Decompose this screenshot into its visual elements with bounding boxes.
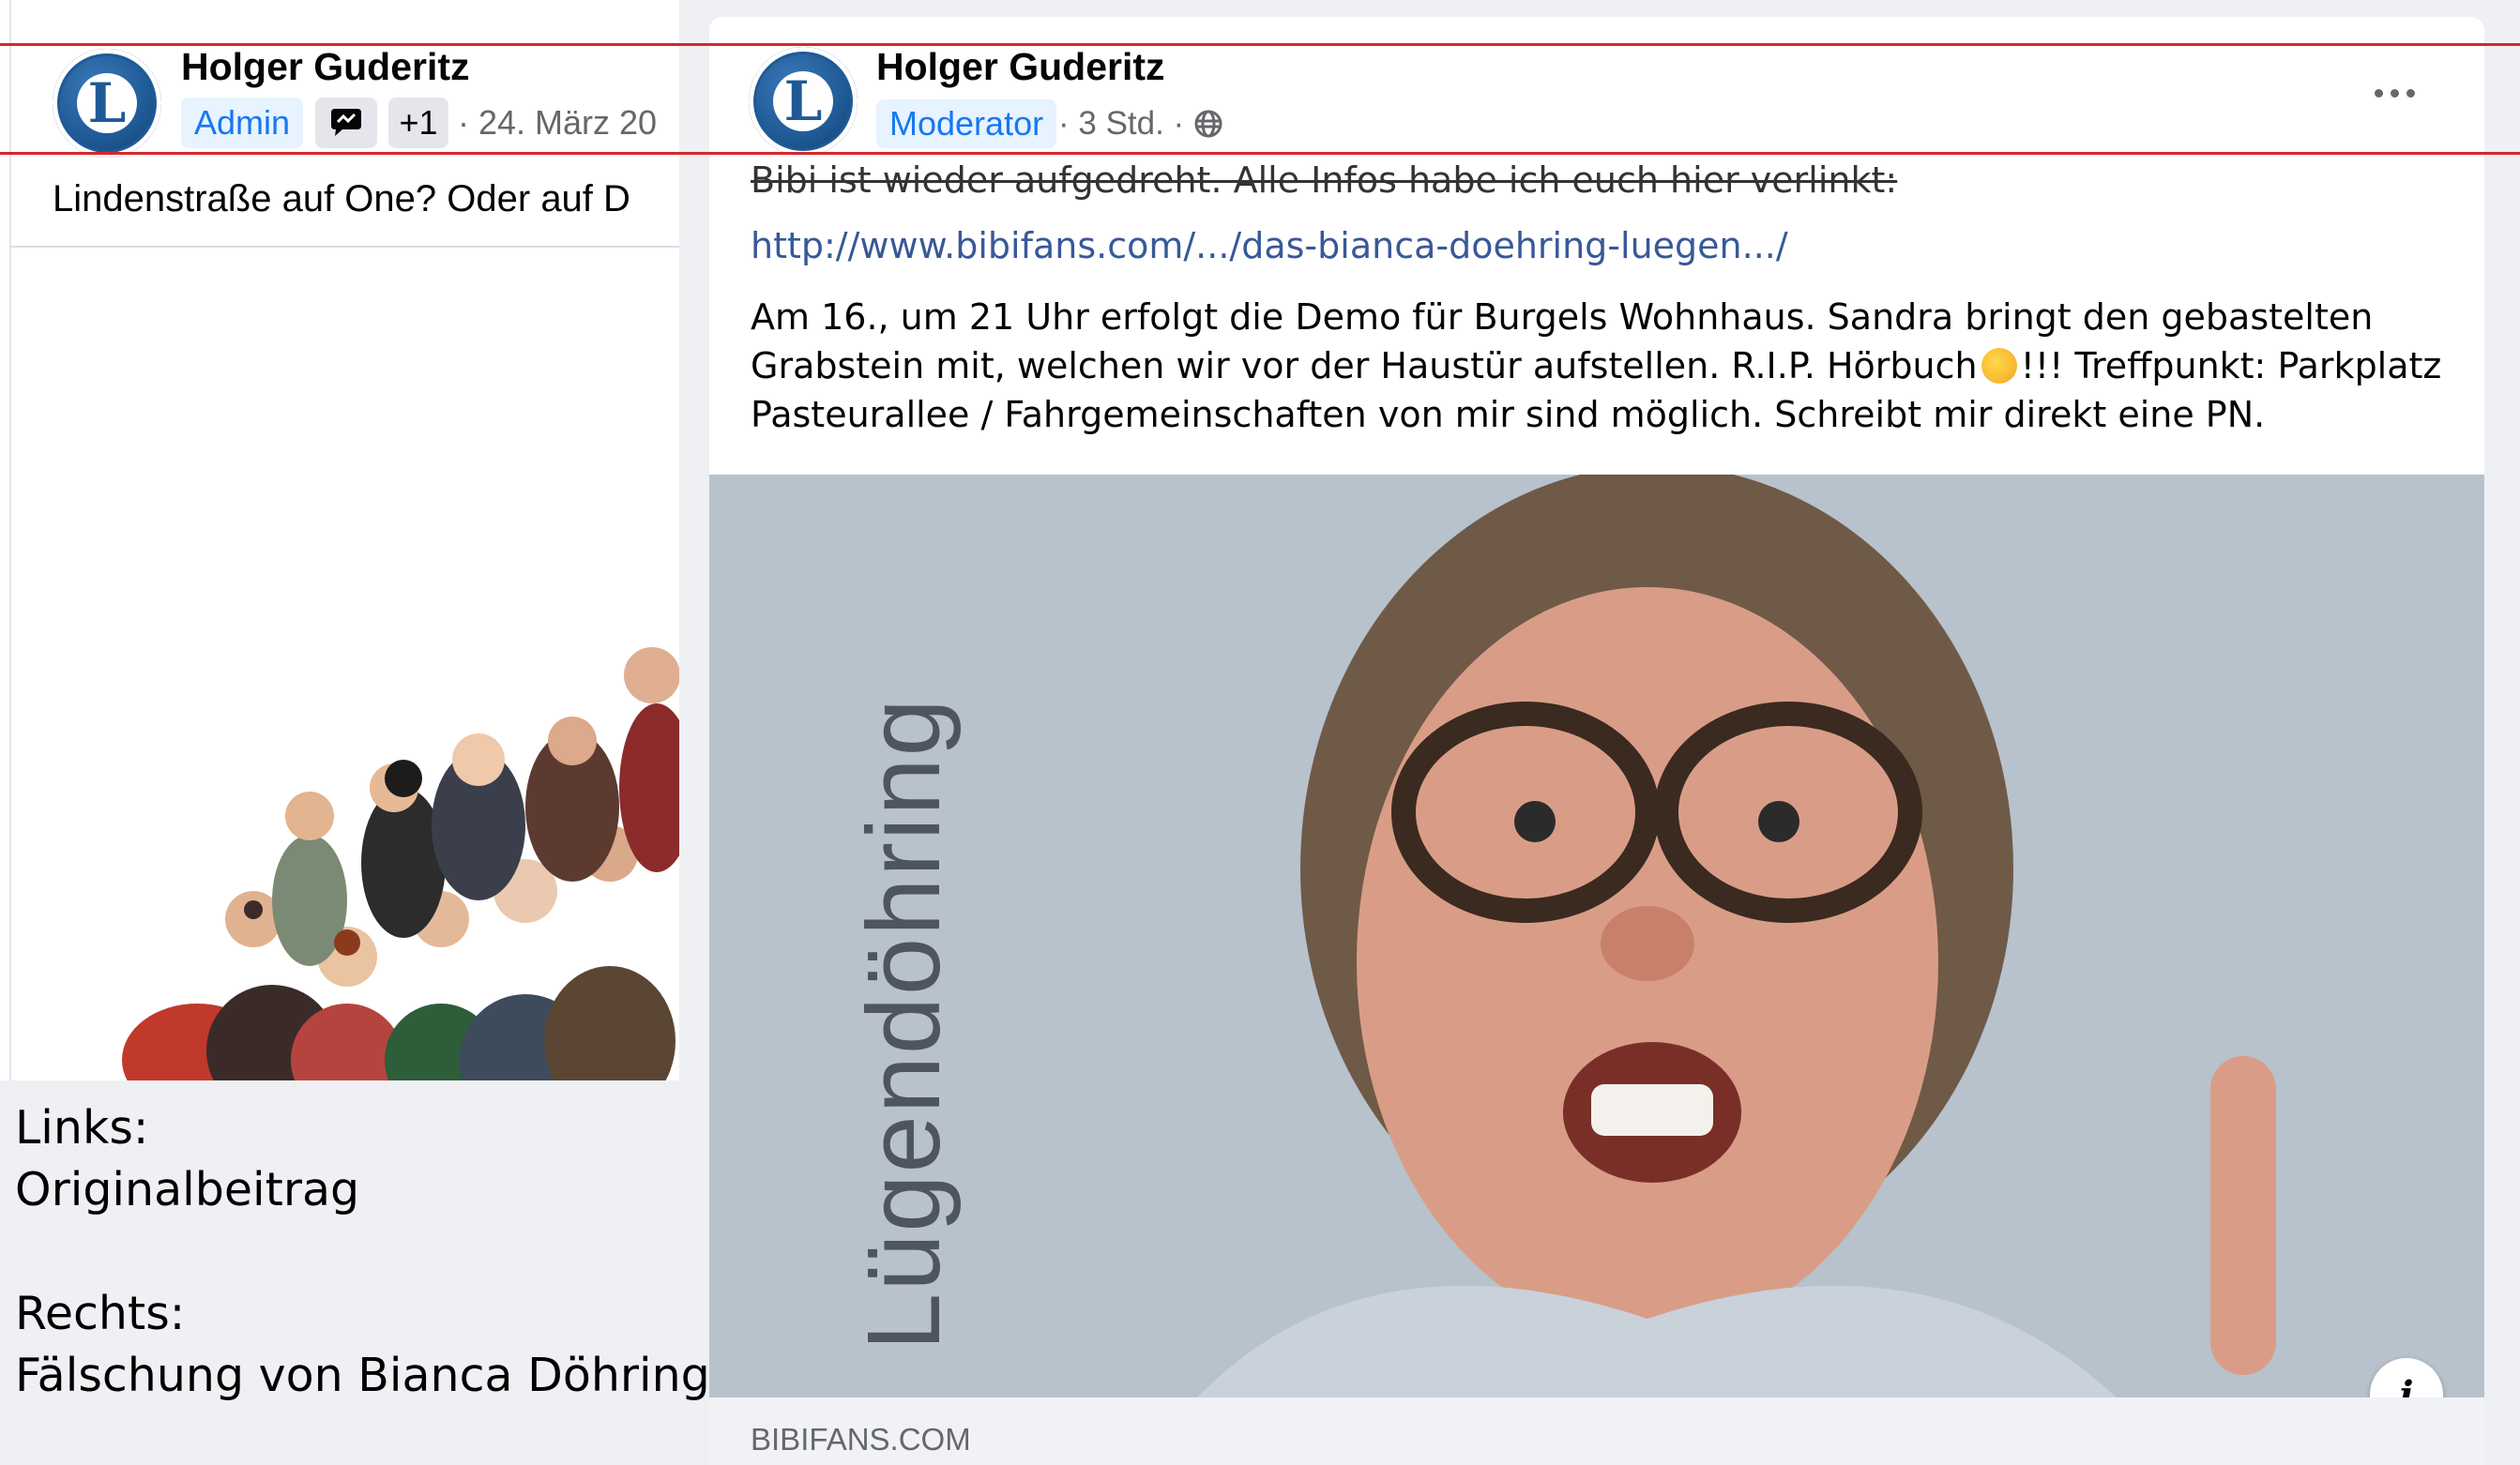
caption-line-left-label: Links:: [15, 1101, 149, 1155]
dot: [2374, 88, 2383, 98]
dot: [2406, 88, 2415, 98]
author-avatar[interactable]: L: [53, 49, 161, 158]
post-time[interactable]: · 3 Std. ·: [1058, 105, 1184, 143]
post-body-line: Pasteurallee / Fahrgemeinschaften von mi…: [751, 394, 2266, 435]
laughing-emoji-icon: [1981, 348, 2017, 384]
moderator-badge[interactable]: Moderator: [876, 99, 1057, 148]
link-preview-image[interactable]: [709, 475, 2484, 1397]
image-overlay-text: Lügendöhring: [846, 697, 962, 1351]
extra-badge-count[interactable]: +1: [388, 98, 448, 148]
chat-bubble-icon[interactable]: [315, 98, 377, 148]
post-body-line: Am 16., um 21 Uhr erfolgt die Demo für B…: [751, 296, 2374, 338]
post-text: Lindenstraße auf One? Oder auf D: [53, 178, 630, 219]
avatar-inner-ring: L: [772, 69, 834, 133]
avatar-inner-ring: L: [76, 71, 138, 135]
avatar-letter: L: [783, 69, 823, 133]
chat-bubble-svg: [331, 109, 361, 136]
admin-badge[interactable]: Admin: [181, 98, 304, 148]
more-icon[interactable]: [2364, 69, 2424, 116]
image-caption: Links: Originalbeitrag Rechts: Fälschung…: [15, 1097, 710, 1407]
caption-line-right-desc: Fälschung von Bianca Döhring: [15, 1349, 710, 1402]
link-domain[interactable]: BIBIFANS.COM: [751, 1422, 971, 1457]
annotation-line-bottom: [0, 152, 2520, 155]
post-body-segment: Grabstein mit, welchen wir vor der Haust…: [751, 345, 1978, 386]
caption-line-right-label: Rechts:: [15, 1287, 186, 1340]
caption-line-left-desc: Originalbeitrag: [15, 1163, 360, 1216]
author-name[interactable]: Holger Guderitz: [876, 45, 1165, 89]
group-photo[interactable]: [122, 619, 679, 1080]
author-avatar[interactable]: L: [749, 47, 858, 156]
post-date[interactable]: · 24. März 20: [458, 103, 657, 143]
annotation-line-top: [0, 43, 2520, 46]
card-divider: [9, 246, 679, 248]
struck-through-text: Bibi ist wieder aufgedreht. Alle Infos h…: [751, 159, 1898, 201]
avatar-letter: L: [87, 71, 127, 135]
card-border: [9, 0, 11, 1080]
globe-icon: [1194, 110, 1222, 138]
link-preview-footer[interactable]: [709, 1397, 2484, 1465]
post-body-segment: !!! Treffpunkt: Parkplatz: [2020, 345, 2442, 386]
portrait-illustration: [709, 475, 2484, 1397]
author-name[interactable]: Holger Guderitz: [181, 45, 470, 89]
dot: [2390, 88, 2399, 98]
post-body-line: Grabstein mit, welchen wir vor der Haust…: [751, 345, 2441, 386]
post-link[interactable]: http://www.bibifans.com/.../das-bianca-d…: [751, 225, 1788, 266]
post-meta: · 3 Std. ·: [1058, 105, 1223, 143]
